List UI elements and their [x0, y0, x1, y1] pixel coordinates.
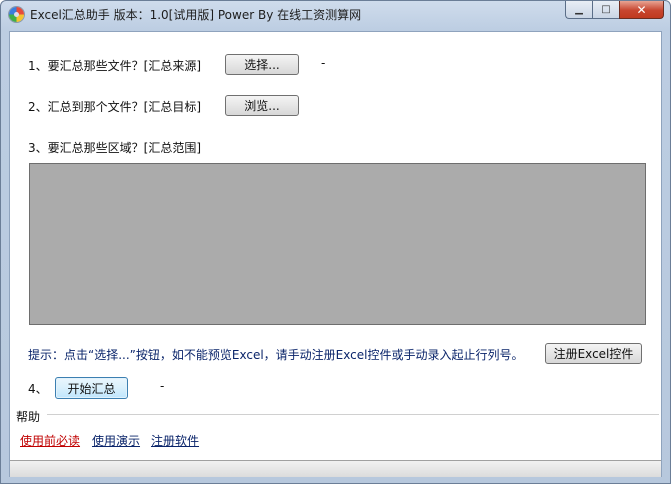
- step2-label: 2、汇总到那个文件？[汇总目标]: [28, 100, 201, 114]
- merge-status-value: -: [160, 379, 165, 393]
- hint-text: 提示：点击“选择...”按钮，如不能预览Excel，请手动注册Excel控件或手…: [28, 348, 524, 362]
- minimize-button[interactable]: ▁: [565, 1, 592, 19]
- help-group-divider: [47, 414, 659, 415]
- step4-label: 4、: [28, 382, 48, 396]
- browse-target-button[interactable]: 浏览...: [225, 95, 299, 116]
- window-title: Excel汇总助手 版本：1.0[试用版] Power By 在线工资测算网: [30, 8, 362, 22]
- link-usage-demo[interactable]: 使用演示: [92, 432, 140, 449]
- app-icon: [9, 7, 24, 22]
- close-button[interactable]: ✕: [619, 1, 664, 19]
- title-bar[interactable]: Excel汇总助手 版本：1.0[试用版] Power By 在线工资测算网 ▁…: [1, 1, 670, 27]
- status-bar: [10, 460, 661, 477]
- step3-label: 3、要汇总那些区域？[汇总范围]: [28, 141, 201, 155]
- select-source-button[interactable]: 选择...: [225, 54, 299, 75]
- link-read-before-use[interactable]: 使用前必读: [20, 432, 80, 449]
- source-value: -: [321, 56, 326, 70]
- excel-preview-area[interactable]: [29, 163, 646, 325]
- caption-buttons: ▁ □ ✕: [565, 1, 664, 20]
- help-group-title: 帮助: [16, 410, 41, 424]
- link-register-software[interactable]: 注册软件: [151, 432, 199, 449]
- app-window: Excel汇总助手 版本：1.0[试用版] Power By 在线工资测算网 ▁…: [0, 0, 671, 484]
- register-excel-control-button[interactable]: 注册Excel控件: [545, 343, 642, 364]
- main-panel: 1、要汇总那些文件？[汇总来源] 选择... - 2、汇总到那个文件？[汇总目标…: [9, 31, 662, 477]
- maximize-button[interactable]: □: [592, 1, 619, 19]
- step1-label: 1、要汇总那些文件？[汇总来源]: [28, 59, 201, 73]
- start-merge-button[interactable]: 开始汇总: [55, 377, 128, 399]
